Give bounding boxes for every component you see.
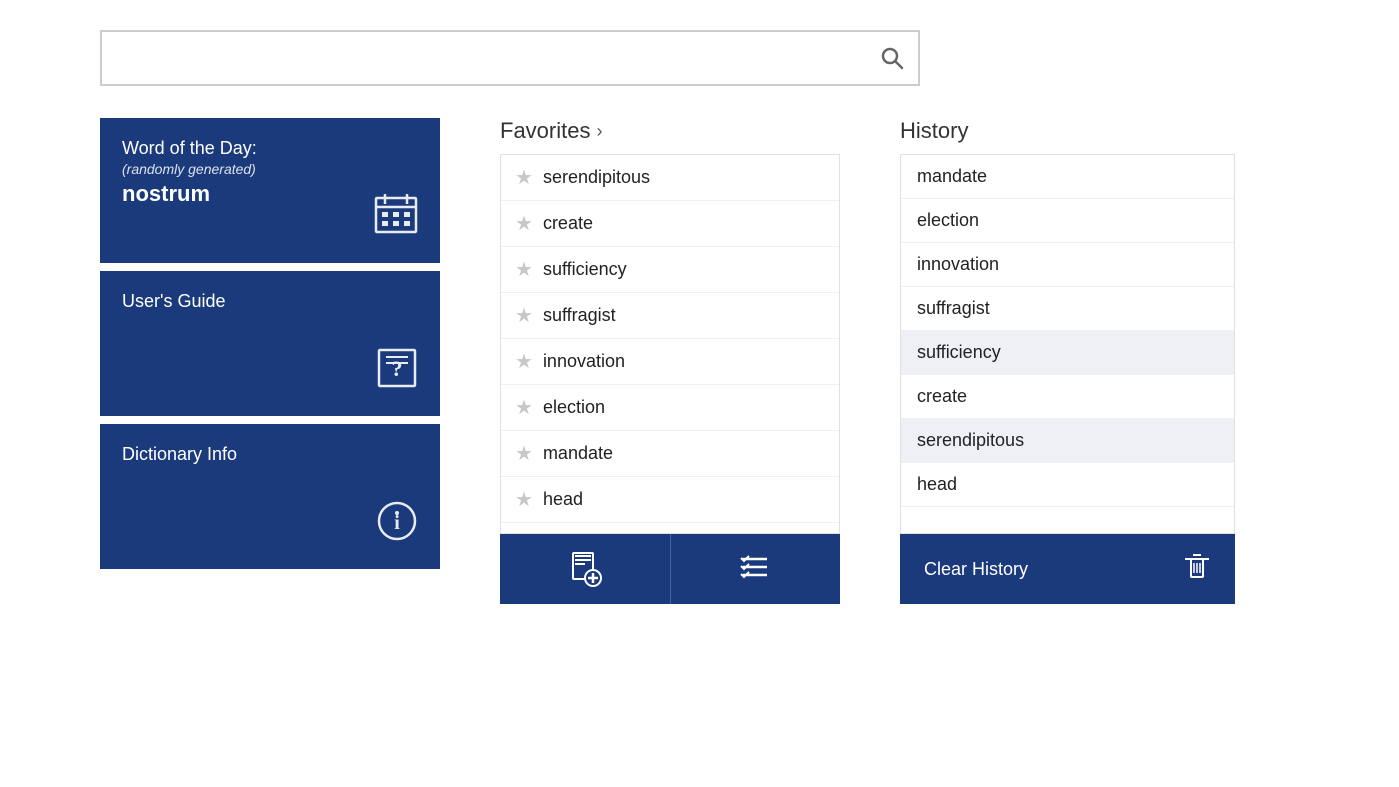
favorites-actions	[500, 534, 840, 604]
list-item[interactable]: ★ mandate	[501, 431, 839, 477]
main-layout: Word of the Day: (randomly generated) no…	[100, 118, 1299, 604]
svg-text:?: ?	[392, 356, 403, 381]
history-item-text: suffragist	[917, 298, 990, 318]
trash-icon	[1183, 551, 1211, 588]
star-icon: ★	[515, 257, 533, 282]
manage-favorites-button[interactable]	[671, 534, 841, 604]
star-icon: ★	[515, 487, 533, 512]
favorites-column: Favorites › ★ serendipitous ★ create ★ s…	[500, 118, 840, 604]
list-item[interactable]: create	[901, 375, 1234, 419]
favorites-item-text: serendipitous	[543, 167, 650, 188]
favorites-item-text: election	[543, 397, 605, 418]
list-item[interactable]: election	[901, 199, 1234, 243]
clear-history-button[interactable]: Clear History	[900, 534, 1235, 604]
favorites-item-text: suffragist	[543, 305, 616, 326]
favorites-item-text: innovation	[543, 351, 625, 372]
history-item-text: create	[917, 386, 967, 406]
star-icon: ★	[515, 211, 533, 236]
manage-favorites-icon	[737, 551, 773, 587]
list-item[interactable]: innovation	[901, 243, 1234, 287]
list-item[interactable]: ★ sufficiency	[501, 247, 839, 293]
history-item-text: mandate	[917, 166, 987, 186]
add-favorite-button[interactable]	[500, 534, 671, 604]
favorites-item-text: sufficiency	[543, 259, 627, 280]
history-item-text: election	[917, 210, 979, 230]
list-item[interactable]: sufficiency	[901, 331, 1234, 375]
list-item[interactable]: ★ create	[501, 201, 839, 247]
clear-history-label: Clear History	[924, 559, 1028, 580]
favorites-item-text: mandate	[543, 443, 613, 464]
calendar-icon	[374, 192, 418, 245]
favorites-list: ★ serendipitous ★ create ★ sufficiency ★…	[500, 154, 840, 534]
word-of-day-tile[interactable]: Word of the Day: (randomly generated) no…	[100, 118, 440, 263]
list-item[interactable]: mandate	[901, 155, 1234, 199]
history-list: mandate election innovation suffragist s…	[900, 154, 1235, 534]
users-guide-tile[interactable]: User's Guide ?	[100, 271, 440, 416]
history-item-text: sufficiency	[917, 342, 1001, 362]
star-icon: ★	[515, 303, 533, 328]
history-item-text: innovation	[917, 254, 999, 274]
tile-title-dictionary-info: Dictionary Info	[122, 444, 418, 465]
favorites-header: Favorites ›	[500, 118, 840, 144]
star-icon: ★	[515, 165, 533, 190]
list-item[interactable]: serendipitous	[901, 419, 1234, 463]
history-column: History mandate election innovation suff…	[900, 118, 1235, 604]
list-item[interactable]: head	[901, 463, 1234, 507]
history-item-text: head	[917, 474, 957, 494]
svg-text:i: i	[394, 512, 400, 534]
list-item[interactable]: ★ serendipitous	[501, 155, 839, 201]
add-favorite-icon	[567, 551, 603, 587]
left-column: Word of the Day: (randomly generated) no…	[100, 118, 440, 569]
star-icon: ★	[515, 349, 533, 374]
search-bar	[100, 30, 920, 86]
help-icon: ?	[376, 347, 418, 398]
dictionary-info-tile[interactable]: Dictionary Info i	[100, 424, 440, 569]
list-item[interactable]: ★ innovation	[501, 339, 839, 385]
history-item-text: serendipitous	[917, 430, 1024, 450]
star-icon: ★	[515, 441, 533, 466]
search-button[interactable]	[866, 32, 918, 84]
history-title: History	[900, 118, 968, 144]
tile-subtitle-word-of-day: (randomly generated)	[122, 161, 418, 177]
tile-title-users-guide: User's Guide	[122, 291, 418, 312]
history-header: History	[900, 118, 1235, 144]
list-item[interactable]: ★ suffragist	[501, 293, 839, 339]
search-input[interactable]	[102, 32, 866, 84]
favorites-title: Favorites	[500, 118, 590, 144]
list-item[interactable]: ★ head	[501, 477, 839, 523]
info-icon: i	[376, 500, 418, 551]
favorites-item-text: create	[543, 213, 593, 234]
star-icon: ★	[515, 395, 533, 420]
list-item[interactable]: suffragist	[901, 287, 1234, 331]
tile-title-word-of-day: Word of the Day:	[122, 138, 418, 159]
list-item[interactable]: ★ election	[501, 385, 839, 431]
favorites-item-text: head	[543, 489, 583, 510]
page-container: Word of the Day: (randomly generated) no…	[0, 0, 1399, 634]
favorites-chevron[interactable]: ›	[596, 121, 602, 142]
